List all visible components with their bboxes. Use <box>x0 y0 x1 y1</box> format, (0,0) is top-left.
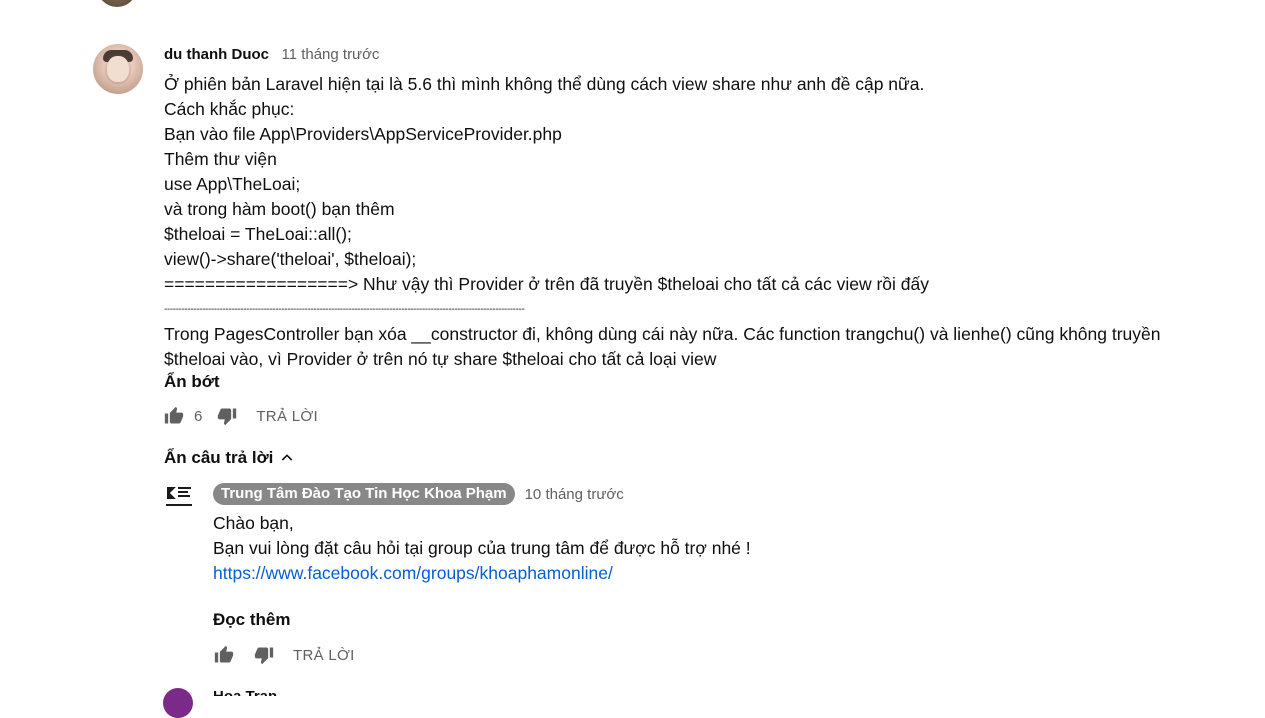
thumbs-up-icon <box>164 406 184 424</box>
comment-line: Bạn vào file App\Providers\AppServicePro… <box>164 124 562 144</box>
show-less-button[interactable]: Ẩn bớt <box>164 372 220 392</box>
like-count: 6 <box>194 407 203 425</box>
facebook-group-link[interactable]: https://www.facebook.com/groups/khoapham… <box>213 563 613 583</box>
thumbs-down-icon <box>218 408 237 426</box>
hide-replies-button[interactable]: Ẩn câu trả lời <box>164 448 295 468</box>
comment-line: Cách khắc phục: <box>164 99 295 119</box>
reply-line: Bạn vui lòng đặt câu hỏi tại group của t… <box>213 538 751 558</box>
reply-button[interactable]: TRẢ LỜI <box>256 408 318 425</box>
read-more-button[interactable]: Đọc thêm <box>213 610 290 630</box>
channel-name-badge[interactable]: Trung Tâm Đào Tạo Tin Học Khoa Phạm <box>213 483 515 505</box>
hide-replies-label: Ẩn câu trả lời <box>164 448 274 467</box>
reply-like-button[interactable] <box>213 644 235 666</box>
chevron-up-icon <box>279 450 295 466</box>
khoa-pham-logo-icon <box>164 482 194 512</box>
thumbs-up-icon <box>214 645 234 663</box>
reply-timestamp[interactable]: 10 tháng trước <box>525 486 624 503</box>
avatar[interactable] <box>93 44 143 94</box>
comment-line: Ở phiên bản Laravel hiện tại là 5.6 thì … <box>164 74 925 94</box>
like-button[interactable] <box>163 405 185 427</box>
next-comment-avatar[interactable] <box>163 688 193 718</box>
dislike-button[interactable] <box>216 405 238 427</box>
comment-body: Ở phiên bản Laravel hiện tại là 5.6 thì … <box>164 72 1164 372</box>
comment-header: du thanh Duoc 11 tháng trước <box>164 46 379 64</box>
comment-line: $theloai vào, vì Provider ở trên nó tự s… <box>164 349 717 369</box>
avatar-face <box>107 56 129 82</box>
reply-body: Chào bạn, Bạn vui lòng đặt câu hỏi tại g… <box>213 511 751 586</box>
comment-line: Trong PagesController bạn xóa __construc… <box>164 324 1161 344</box>
comment-actions: 6 TRẢ LỜI <box>163 405 318 427</box>
comment-line: và trong hàm boot() bạn thêm <box>164 199 395 219</box>
comment-author[interactable]: du thanh Duoc <box>164 46 269 63</box>
next-comment-author[interactable]: Hoa Tran <box>213 688 277 696</box>
comment-divider-line: ----------------------------------------… <box>164 304 525 315</box>
comment-line: use App\TheLoai; <box>164 174 301 194</box>
reply-header: Trung Tâm Đào Tạo Tin Học Khoa Phạm 10 t… <box>213 483 624 505</box>
thumbs-down-icon <box>254 647 274 665</box>
reply-dislike-button[interactable] <box>253 644 275 666</box>
channel-avatar[interactable] <box>164 482 194 512</box>
comment-line: Thêm thư viện <box>164 149 277 169</box>
reply-reply-button[interactable]: TRẢ LỜI <box>293 647 355 664</box>
previous-comment-avatar[interactable] <box>97 0 137 7</box>
comment-line: $theloai = TheLoai::all(); <box>164 224 352 244</box>
comment-line: ==================> Như vậy thì Provider… <box>164 274 930 294</box>
comment-timestamp[interactable]: 11 tháng trước <box>281 46 379 63</box>
reply-actions: TRẢ LỜI <box>213 644 355 666</box>
reply-line: Chào bạn, <box>213 513 294 533</box>
comment-line: view()->share('theloai', $theloai); <box>164 249 417 269</box>
